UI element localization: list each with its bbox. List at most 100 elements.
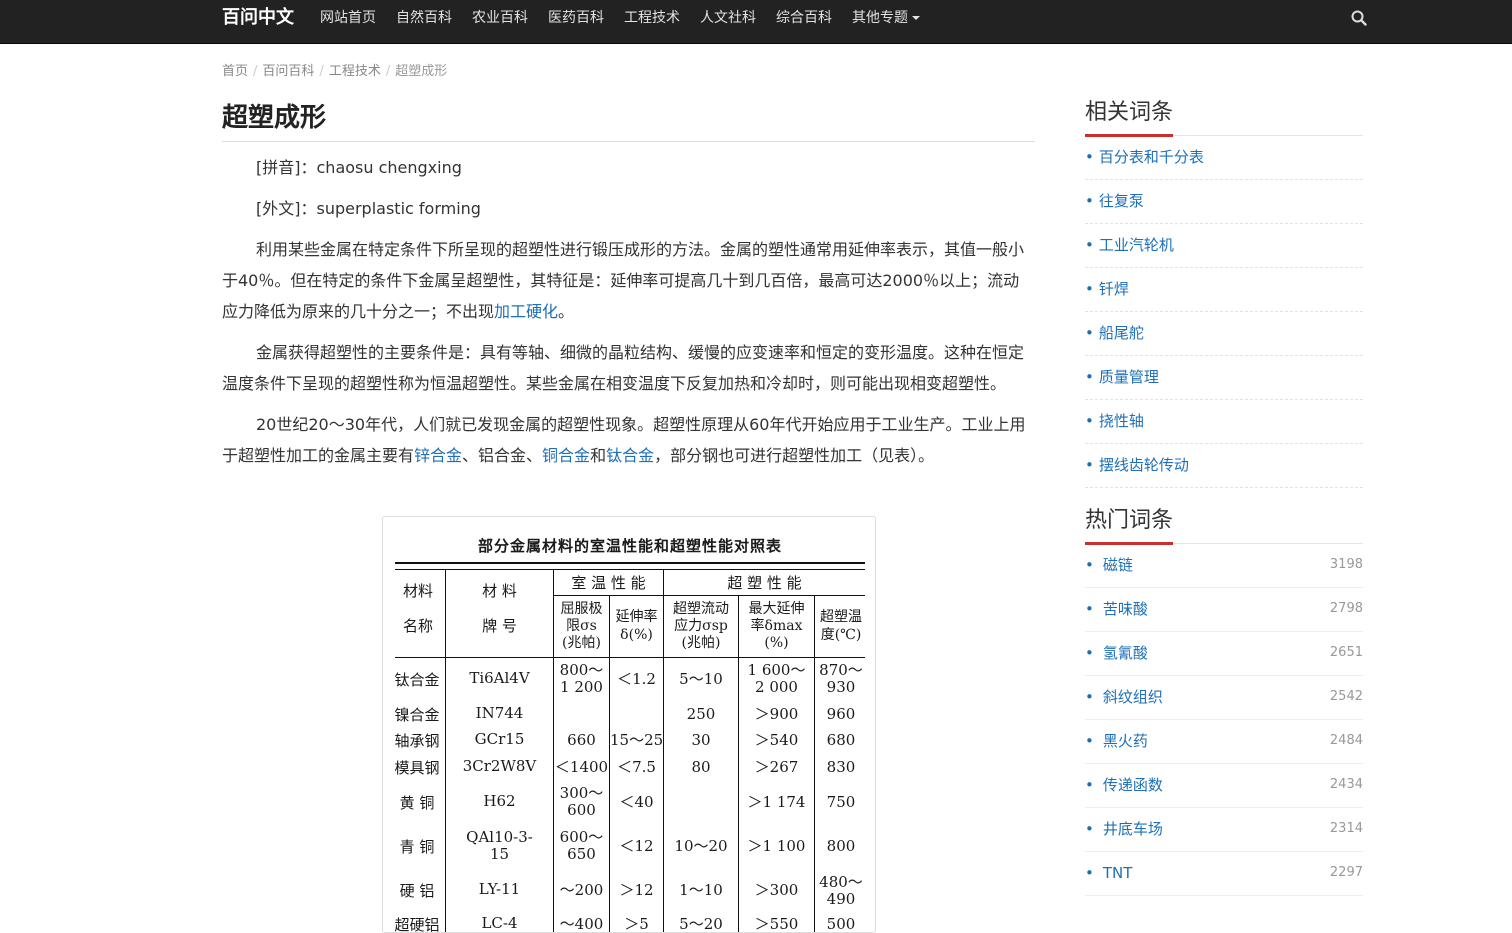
- table-cell-grade: IN744: [475, 704, 524, 722]
- hot-item[interactable]: • 斜纹组织 2542: [1085, 676, 1363, 720]
- table-cell-maxel: ＞267: [754, 758, 799, 776]
- table-cell-yield: ～200: [559, 881, 604, 899]
- hot-item[interactable]: • 黑火药 2484: [1085, 720, 1363, 764]
- bullet-icon: •: [1085, 688, 1094, 706]
- header-temp-2: 度(℃): [820, 627, 862, 643]
- table-cell-elong: ＞5: [624, 915, 649, 933]
- hot-list: • 磁链 3198 • 苦味酸 2798 • 氢氰酸 2651 • 斜纹组织 2542 • 黑火药…: [1085, 544, 1363, 896]
- bullet-icon: •: [1085, 776, 1094, 794]
- hot-item[interactable]: • 氢氰酸 2651: [1085, 632, 1363, 676]
- breadcrumb-encyclopedia[interactable]: 百问百科: [262, 62, 314, 82]
- figure-title: 部分金属材料的室温性能和超塑性能对照表: [477, 537, 782, 555]
- nav-item-agriculture[interactable]: 农业百科: [462, 0, 538, 36]
- table-cell-grade: LY-11: [478, 880, 521, 898]
- header-maxel-1: 最大延伸: [748, 601, 805, 617]
- hot-item-count: 2798: [1329, 601, 1363, 616]
- table-cell-elong: ＜40: [619, 793, 654, 811]
- hot-item-count: 2542: [1329, 689, 1363, 704]
- nav-item-engineering[interactable]: 工程技术: [614, 0, 690, 36]
- header-maxel-3: (%): [764, 635, 789, 651]
- header-flow-3: (兆帕): [681, 635, 721, 651]
- related-item[interactable]: • 质量管理: [1085, 356, 1363, 400]
- hot-item-label: 黑火药: [1102, 732, 1148, 750]
- breadcrumb-engineering[interactable]: 工程技术: [329, 62, 381, 82]
- table-cell-maxel: 2 000: [755, 678, 798, 696]
- table-cell-flow: 80: [691, 758, 711, 776]
- top-navbar: 百问中文 网站首页 自然百科 农业百科 医药百科 工程技术 人文社科 综合百科 …: [0, 0, 1512, 44]
- paragraph-definition: 利用某些金属在特定条件下所呈现的超塑性进行锻压成形的方法。金属的塑性通常用延伸率…: [222, 234, 1035, 327]
- related-item[interactable]: • 挠性轴: [1085, 400, 1363, 444]
- link-copper-alloy[interactable]: 铜合金: [542, 446, 590, 465]
- nav-item-medicine[interactable]: 医药百科: [538, 0, 614, 36]
- table-cell-grade: LC-4: [481, 914, 518, 932]
- hot-item-label: 斜纹组织: [1102, 688, 1163, 706]
- pinyin-line: [拼音]：chaosu chengxing: [222, 152, 1035, 183]
- header-grade-2: 牌 号: [482, 617, 517, 635]
- breadcrumb-separator: /: [253, 64, 258, 79]
- link-zinc-alloy[interactable]: 锌合金: [414, 446, 462, 465]
- header-flow-2: 应力σsp: [674, 618, 728, 634]
- nav-dropdown-other[interactable]: 其他专题: [842, 0, 930, 36]
- table-cell-temp: 960: [826, 705, 856, 723]
- nav-item-humanities[interactable]: 人文社科: [690, 0, 766, 36]
- table-cell-elong: ＞12: [619, 881, 654, 899]
- nav-item-nature[interactable]: 自然百科: [386, 0, 462, 36]
- header-temp-1: 超塑温: [820, 609, 862, 625]
- hot-item-label: 氢氰酸: [1102, 644, 1148, 662]
- table-cell-flow: 5～20: [679, 915, 723, 933]
- bullet-icon: •: [1085, 556, 1094, 574]
- bullet-icon: •: [1085, 148, 1094, 166]
- table-cell-maxel: ＞1 100: [747, 837, 806, 855]
- breadcrumb-home[interactable]: 首页: [222, 62, 248, 82]
- hot-item[interactable]: • 磁链 3198: [1085, 544, 1363, 588]
- nav-item-general[interactable]: 综合百科: [766, 0, 842, 36]
- bullet-icon: •: [1085, 412, 1094, 430]
- hot-item-count: 2297: [1329, 865, 1363, 880]
- figure-rule: [395, 569, 865, 570]
- foreign-label: [外文]：: [256, 199, 317, 218]
- table-cell-maxel: ＞300: [754, 881, 799, 899]
- paragraph-history: 20世纪20～30年代，人们就已发现金属的超塑性现象。超塑性原理从60年代开始应…: [222, 409, 1035, 471]
- paragraph-text: 、铝合金、: [462, 446, 543, 465]
- table-cell-temp: 800: [826, 837, 856, 855]
- related-item[interactable]: • 百分表和千分表: [1085, 136, 1363, 180]
- table-cell-grade: Ti6Al4V: [469, 669, 530, 687]
- breadcrumb-separator: /: [319, 64, 324, 79]
- table-cell-yield: 1 200: [560, 678, 603, 696]
- related-item[interactable]: • 工业汽轮机: [1085, 224, 1363, 268]
- related-item[interactable]: • 摆线齿轮传动: [1085, 444, 1363, 488]
- table-cell-yield: 300～: [559, 784, 604, 802]
- table-cell-maxel: ＞900: [754, 705, 799, 723]
- related-item-label: 钎焊: [1098, 280, 1129, 298]
- related-item[interactable]: • 往复泵: [1085, 180, 1363, 224]
- table-cell-temp: 500: [826, 915, 856, 933]
- table-cell-elong: ＜7.5: [617, 758, 656, 776]
- related-item[interactable]: • 钎焊: [1085, 268, 1363, 312]
- related-item-label: 船尾舵: [1098, 324, 1144, 342]
- bullet-icon: •: [1085, 368, 1094, 386]
- hot-item[interactable]: • 传递函数 2434: [1085, 764, 1363, 808]
- hot-item[interactable]: • 井底车场 2314: [1085, 808, 1363, 852]
- link-work-hardening[interactable]: 加工硬化: [494, 302, 558, 321]
- hot-item[interactable]: • 苦味酸 2798: [1085, 588, 1363, 632]
- hot-heading: 热门词条: [1085, 504, 1363, 545]
- search-icon[interactable]: [1350, 9, 1368, 27]
- related-heading: 相关词条: [1085, 96, 1363, 137]
- link-titanium-alloy[interactable]: 钛合金: [606, 446, 654, 465]
- bullet-icon: •: [1085, 280, 1094, 298]
- hot-item-label: 传递函数: [1102, 776, 1163, 794]
- table-cell-temp: 930: [826, 678, 856, 696]
- site-brand[interactable]: 百问中文: [222, 0, 294, 36]
- hot-item[interactable]: • TNT 2297: [1085, 852, 1363, 896]
- table-cell-name: 钛合金: [394, 671, 440, 689]
- figure-rule: [395, 562, 865, 564]
- header-flow-1: 超塑流动: [673, 601, 729, 617]
- table-cell-maxel: ＞540: [754, 731, 799, 749]
- hot-item-count: 2434: [1329, 777, 1363, 792]
- nav-item-home[interactable]: 网站首页: [310, 0, 386, 36]
- related-heading-text: 相关词条: [1085, 100, 1174, 125]
- table-cell-name: 超硬铝: [394, 916, 440, 933]
- caret-down-icon: [912, 16, 920, 20]
- header-grade-1: 材 料: [482, 582, 517, 600]
- related-item[interactable]: • 船尾舵: [1085, 312, 1363, 356]
